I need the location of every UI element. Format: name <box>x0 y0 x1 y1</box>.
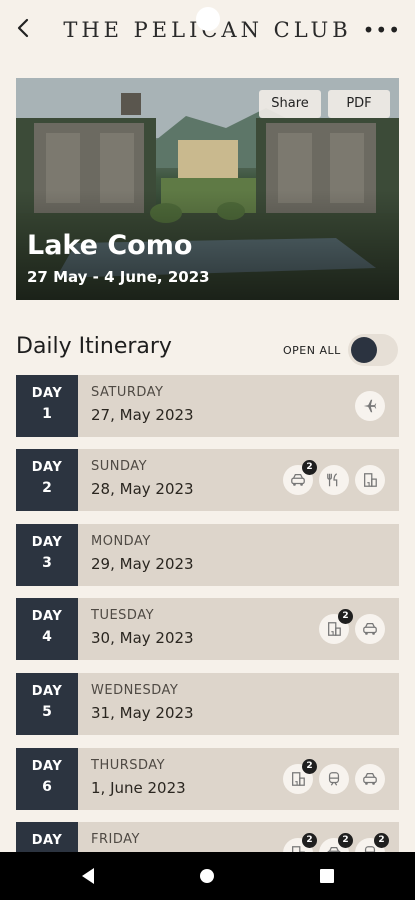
day-number-box: DAY 1 <box>16 375 78 437</box>
hotel-icon[interactable] <box>355 465 385 495</box>
day-number-box: DAY 4 <box>16 598 78 660</box>
day-number: 3 <box>42 555 52 571</box>
system-nav-bar <box>0 852 415 900</box>
app-header: THE PELICAN CLUB ••• <box>0 0 415 60</box>
count-badge: 2 <box>338 833 353 848</box>
count-badge: 2 <box>338 609 353 624</box>
day-weekday: MONDAY <box>91 534 151 549</box>
pdf-button[interactable]: PDF <box>328 90 390 118</box>
day-number: 4 <box>42 629 52 645</box>
day-number: 1 <box>42 406 52 422</box>
day-service-icons: 2 <box>283 460 385 495</box>
day-row[interactable]: DAY 3 MONDAY 29, May 2023 <box>16 524 399 586</box>
day-label: DAY <box>31 535 63 550</box>
car-icon[interactable] <box>355 764 385 794</box>
day-date: 30, May 2023 <box>91 629 194 647</box>
count-badge: 2 <box>302 759 317 774</box>
dining-icon[interactable] <box>319 465 349 495</box>
day-label: DAY <box>31 833 63 848</box>
day-weekday: SATURDAY <box>91 385 164 400</box>
day-row[interactable]: DAY 5 WEDNESDAY 31, May 2023 <box>16 673 399 735</box>
trip-dates: 27 May - 4 June, 2023 <box>27 268 210 286</box>
day-row[interactable]: DAY 6 THURSDAY 1, June 2023 2 <box>16 748 399 810</box>
count-badge: 2 <box>302 460 317 475</box>
hotel-icon[interactable]: 2 <box>283 759 317 794</box>
trip-hero-image: Share PDF Lake Como 27 May - 4 June, 202… <box>16 78 399 300</box>
day-label: DAY <box>31 386 63 401</box>
hotel-icon[interactable]: 2 <box>319 609 353 644</box>
count-badge: 2 <box>374 833 389 848</box>
day-label: DAY <box>31 460 63 475</box>
trip-title: Lake Como <box>27 230 193 261</box>
nav-home-icon[interactable] <box>200 869 214 883</box>
day-number: 6 <box>42 779 52 795</box>
day-number-box: DAY 3 <box>16 524 78 586</box>
day-date: 1, June 2023 <box>91 779 186 797</box>
plane-icon[interactable] <box>355 391 385 421</box>
day-service-icons <box>355 391 385 421</box>
day-number: 2 <box>42 480 52 496</box>
day-weekday: FRIDAY <box>91 832 140 847</box>
share-button[interactable]: Share <box>259 90 321 118</box>
section-title: Daily Itinerary <box>16 334 172 359</box>
open-all-toggle[interactable] <box>348 334 398 366</box>
day-weekday: THURSDAY <box>91 758 166 773</box>
day-date: 31, May 2023 <box>91 704 194 722</box>
open-all-label: OPEN ALL <box>283 344 341 357</box>
day-date: 28, May 2023 <box>91 480 194 498</box>
nav-back-icon[interactable] <box>80 867 96 885</box>
day-row[interactable]: DAY 1 SATURDAY 27, May 2023 <box>16 375 399 437</box>
day-date: 27, May 2023 <box>91 406 194 424</box>
day-label: DAY <box>31 609 63 624</box>
day-label: DAY <box>31 684 63 699</box>
day-number-box: DAY 6 <box>16 748 78 810</box>
toggle-knob <box>351 337 377 363</box>
day-number-box: DAY 2 <box>16 449 78 511</box>
day-weekday: TUESDAY <box>91 608 155 623</box>
more-options-icon[interactable]: ••• <box>363 18 401 42</box>
day-number-box: DAY 5 <box>16 673 78 735</box>
day-label: DAY <box>31 759 63 774</box>
day-weekday: WEDNESDAY <box>91 683 179 698</box>
day-date: 29, May 2023 <box>91 555 194 573</box>
day-number: 5 <box>42 704 52 720</box>
day-service-icons: 2 <box>283 759 385 794</box>
day-row[interactable]: DAY 2 SUNDAY 28, May 2023 2 <box>16 449 399 511</box>
nav-recents-icon[interactable] <box>320 869 334 883</box>
day-row[interactable]: DAY 4 TUESDAY 30, May 2023 2 <box>16 598 399 660</box>
car-icon[interactable] <box>355 614 385 644</box>
camera-cutout <box>196 7 220 31</box>
day-service-icons: 2 <box>319 609 385 644</box>
day-weekday: SUNDAY <box>91 459 148 474</box>
car-icon[interactable]: 2 <box>283 460 317 495</box>
train-icon[interactable] <box>319 764 349 794</box>
count-badge: 2 <box>302 833 317 848</box>
